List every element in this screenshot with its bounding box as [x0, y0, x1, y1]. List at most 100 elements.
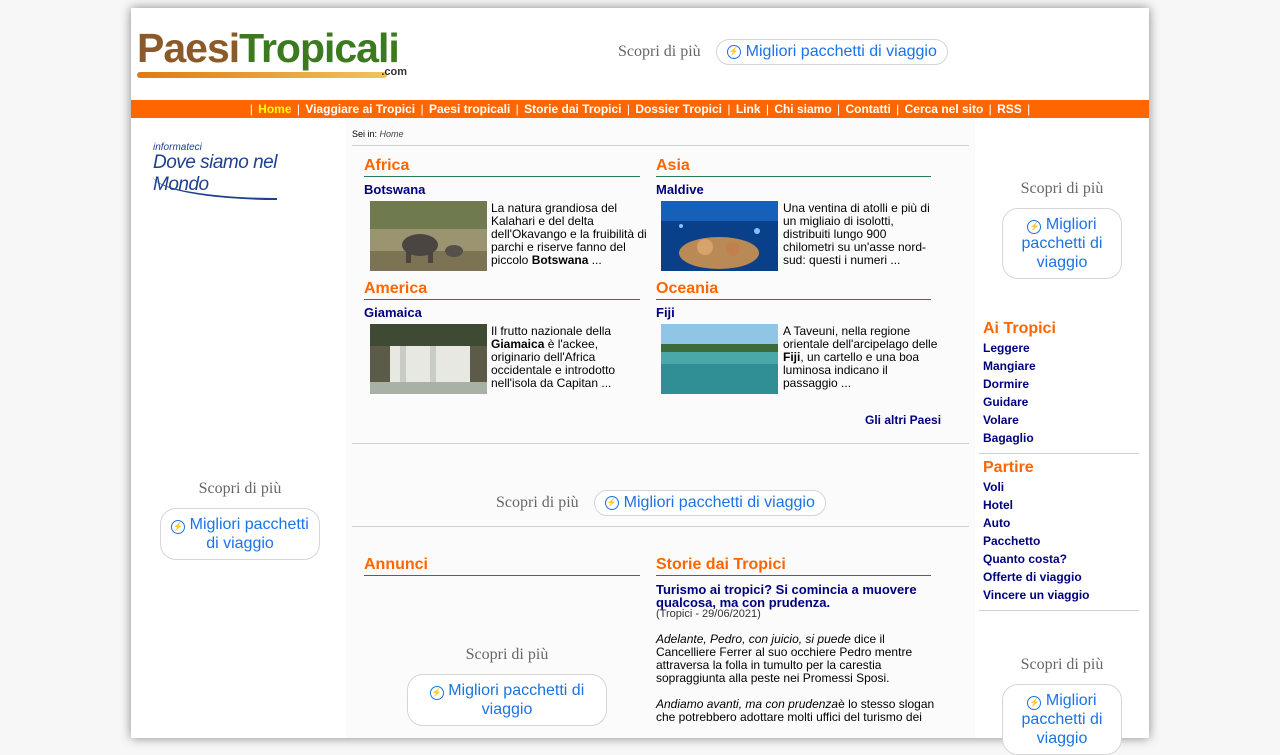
breadcrumb-label: Sei in: [352, 129, 378, 139]
country-link-fiji[interactable]: Fiji [656, 305, 675, 320]
right-ad: Scopri di più ⚡ Migliori pacchetti di vi… [1002, 180, 1122, 279]
breadcrumb-current[interactable]: Home [380, 129, 404, 139]
page-container: PaesiTropicali .com Scopri di più ⚡ Migl… [131, 8, 1149, 755]
logo-paesi: Paesi [137, 25, 240, 71]
divider [979, 610, 1139, 611]
nav-separator: | [296, 102, 300, 116]
right-ad-button[interactable]: ⚡ Migliori pacchetti di viaggio [1002, 208, 1122, 279]
ad-arrow-icon: ⚡ [726, 45, 741, 59]
right-ad-2-text: Scopri di più [1020, 656, 1104, 673]
main-mid-ad: Scopri di più ⚡ Migliori pacchetti di vi… [496, 490, 826, 516]
region-title-america[interactable]: America [364, 280, 640, 300]
region-blurb-africa: La natura grandiosa del Kalahari e del d… [491, 201, 647, 267]
story-meta: (Tropici - 29/06/2021) [656, 608, 761, 620]
left-ad: Scopri di più ⚡ Migliori pacchetti di vi… [160, 480, 320, 560]
nav-item-storie[interactable]: Storie dai Tropici [524, 102, 621, 116]
header-ad-text: Scopri di più [618, 43, 701, 60]
country-link-maldive[interactable]: Maldive [656, 182, 704, 197]
side-link-voli[interactable]: Voli [983, 480, 1004, 494]
logo-tropicali: Tropicali [239, 25, 400, 71]
left-ad-button[interactable]: ⚡ Migliori pacchetti di viaggio [160, 508, 320, 560]
side-link-leggere[interactable]: Leggere [983, 341, 1030, 355]
maldive-thumbnail[interactable] [661, 201, 778, 271]
nav-separator: | [626, 102, 630, 116]
ai-tropici-title: Ai Tropici [983, 320, 1056, 337]
nav-separator: | [727, 102, 731, 116]
country-link-giamaica[interactable]: Giamaica [364, 305, 422, 320]
side-link-offerte[interactable]: Offerte di viaggio [983, 570, 1082, 584]
main-content: Sei in: Home Africa Botswana La natura g… [346, 118, 975, 738]
region-title-oceania[interactable]: Oceania [656, 280, 931, 300]
divider [352, 526, 969, 527]
side-link-auto[interactable]: Auto [983, 516, 1010, 530]
nav-separator: | [988, 102, 992, 116]
annunci-ad-button-label: Migliori pacchetti di viaggio [448, 682, 585, 718]
nav-item-chi-siamo[interactable]: Chi siamo [774, 102, 831, 116]
story-paragraph-1: Adelante, Pedro, con juicio, si puede di… [656, 632, 913, 685]
nav-separator: | [765, 102, 769, 116]
side-link-vincere[interactable]: Vincere un viaggio [983, 588, 1089, 602]
annunci-ad-button[interactable]: ⚡ Migliori pacchetti di viaggio [407, 674, 607, 726]
ad-arrow-icon: ⚡ [429, 686, 444, 700]
header: PaesiTropicali .com Scopri di più ⚡ Migl… [131, 8, 1149, 100]
nav-item-home[interactable]: Home [258, 102, 291, 116]
left-ad-button-label: Migliori pacchetti di viaggio [189, 516, 309, 552]
ad-arrow-icon: ⚡ [1027, 696, 1042, 710]
annunci-title: Annunci [364, 556, 640, 576]
side-link-dormire[interactable]: Dormire [983, 377, 1029, 391]
ad-arrow-icon: ⚡ [171, 520, 186, 534]
main-mid-ad-button[interactable]: ⚡ Migliori pacchetti di viaggio [593, 490, 826, 516]
nav-separator: | [420, 102, 424, 116]
ad-arrow-icon: ⚡ [604, 496, 619, 510]
region-title-asia[interactable]: Asia [656, 157, 931, 177]
logo-com: .com [381, 66, 407, 78]
giamaica-thumbnail[interactable] [370, 324, 487, 394]
where-in-world-banner[interactable]: informateci Dove siamo nel Mondo [153, 142, 329, 200]
nav-item-contatti[interactable]: Contatti [845, 102, 890, 116]
ad-arrow-icon: ⚡ [1027, 220, 1042, 234]
region-title-africa[interactable]: Africa [364, 157, 640, 177]
story-paragraph-2: Andiamo avanti, ma con prudenzaè lo stes… [656, 697, 935, 724]
right-sidebar: Scopri di più ⚡ Migliori pacchetti di vi… [975, 118, 1149, 755]
side-link-guidare[interactable]: Guidare [983, 395, 1028, 409]
nav-item-cerca[interactable]: Cerca nel sito [905, 102, 984, 116]
site-logo[interactable]: PaesiTropicali .com [137, 26, 409, 80]
nav-item-dossier[interactable]: Dossier Tropici [635, 102, 722, 116]
left-sidebar: informateci Dove siamo nel Mondo Scopri … [131, 118, 346, 738]
region-blurb-america: Il frutto nazionale della Giamaica è l'a… [491, 324, 616, 390]
side-link-hotel[interactable]: Hotel [983, 498, 1013, 512]
nav-separator: | [515, 102, 519, 116]
right-ad-2: Scopri di più ⚡ Migliori pacchetti di vi… [1002, 656, 1122, 755]
side-link-bagaglio[interactable]: Bagaglio [983, 431, 1034, 445]
divider [352, 145, 969, 146]
main-mid-ad-text: Scopri di più [496, 494, 579, 511]
right-ad-text: Scopri di più [1020, 180, 1104, 197]
header-ad: Scopri di più ⚡ Migliori pacchetti di vi… [618, 39, 948, 65]
annunci-ad-text: Scopri di più [465, 646, 549, 663]
side-link-quanto-costa[interactable]: Quanto costa? [983, 552, 1067, 566]
botswana-thumbnail[interactable] [370, 201, 487, 271]
side-link-pacchetto[interactable]: Pacchetto [983, 534, 1040, 548]
divider [352, 443, 969, 444]
nav-item-paesi[interactable]: Paesi tropicali [429, 102, 510, 116]
partire-title: Partire [983, 459, 1034, 476]
fiji-thumbnail[interactable] [661, 324, 778, 394]
country-link-botswana[interactable]: Botswana [364, 182, 425, 197]
logo-swoosh [137, 72, 387, 78]
nav-separator: | [1027, 102, 1031, 116]
side-link-volare[interactable]: Volare [983, 413, 1019, 427]
stories-title[interactable]: Storie dai Tropici [656, 556, 931, 576]
main-mid-ad-button-label: Migliori pacchetti di viaggio [623, 494, 815, 511]
region-blurb-asia: Una ventina di atolli e più di un miglia… [783, 201, 930, 267]
nav-item-viaggiare[interactable]: Viaggiare ai Tropici [305, 102, 415, 116]
nav-item-rss[interactable]: RSS [997, 102, 1022, 116]
header-ad-button[interactable]: ⚡ Migliori pacchetti di viaggio [715, 39, 948, 65]
region-blurb-oceania: A Taveuni, nella regione orientale dell'… [783, 324, 938, 390]
side-link-mangiare[interactable]: Mangiare [983, 359, 1036, 373]
more-countries-link[interactable]: Gli altri Paesi [865, 413, 941, 427]
nav-item-link[interactable]: Link [736, 102, 761, 116]
divider [979, 453, 1139, 454]
story-headline-link[interactable]: Turismo ai tropici? Si comincia a muover… [656, 583, 936, 609]
annunci-ad: Scopri di più ⚡ Migliori pacchetti di vi… [407, 646, 607, 726]
nav-separator: | [249, 102, 253, 116]
